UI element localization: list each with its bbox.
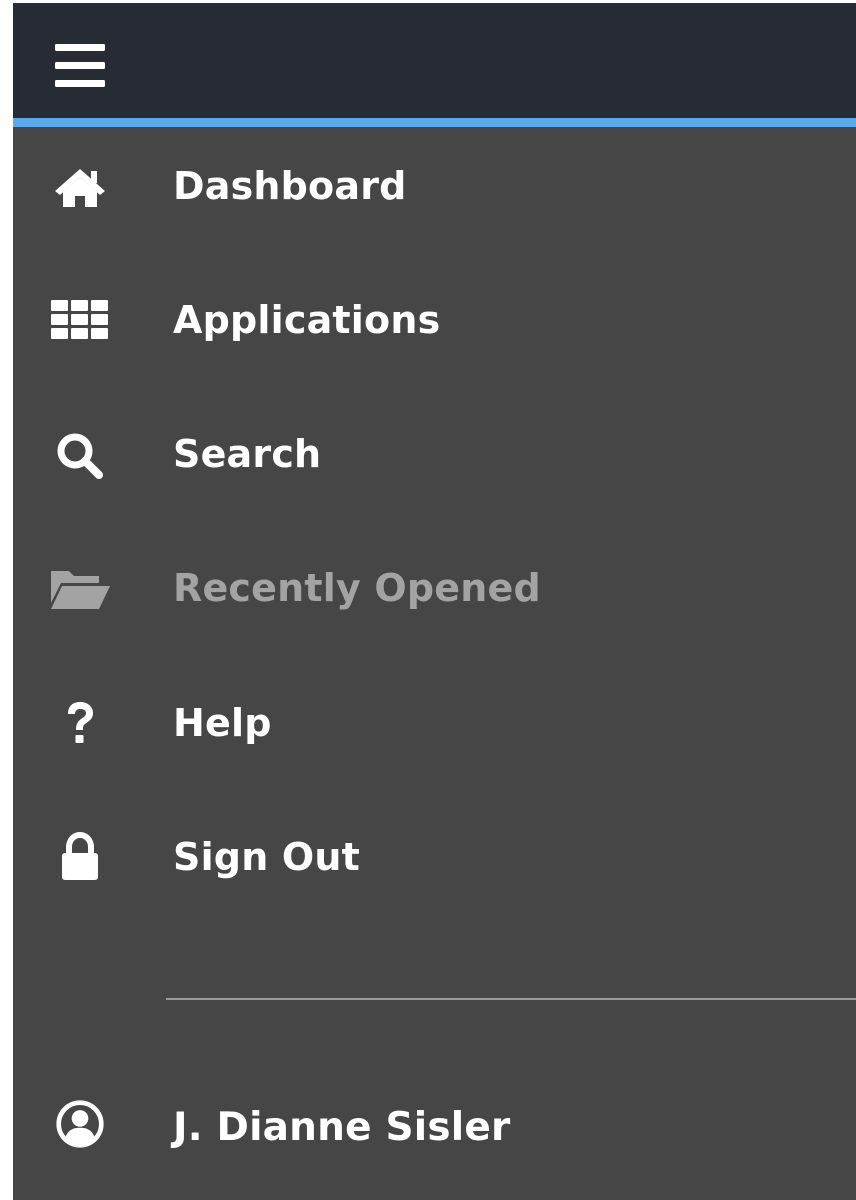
hamburger-icon (55, 44, 105, 87)
user-profile[interactable]: J. Dianne Sisler (13, 1073, 856, 1183)
menu-item-dashboard[interactable]: Dashboard (13, 131, 856, 241)
question-icon (49, 698, 111, 748)
menu-item-search[interactable]: Search (13, 399, 856, 509)
user-circle-icon (49, 1099, 111, 1149)
menu-item-label: Applications (173, 298, 441, 342)
menu-item-label: Search (173, 432, 322, 476)
user-name: J. Dianne Sisler (173, 1105, 511, 1150)
menu-item-sign-out[interactable]: Sign Out (13, 802, 856, 912)
navigation-panel: Dashboard Applications Search Recently O… (13, 3, 856, 1200)
menu-item-help[interactable]: Help (13, 668, 856, 778)
lock-icon (49, 832, 111, 882)
menu-toggle-button[interactable] (43, 21, 113, 91)
menu-item-label: Help (173, 701, 272, 745)
menu-item-label: Sign Out (173, 835, 360, 879)
home-icon (49, 161, 111, 211)
top-bar (13, 3, 856, 118)
accent-bar (13, 118, 856, 127)
folder-open-icon (49, 563, 111, 613)
menu-item-label: Dashboard (173, 164, 407, 208)
menu-item-label: Recently Opened (173, 566, 541, 610)
menu-item-applications[interactable]: Applications (13, 265, 856, 375)
menu-item-recently-opened[interactable]: Recently Opened (13, 533, 856, 643)
search-icon (49, 429, 111, 479)
menu-divider (166, 998, 856, 1000)
grid-icon (49, 295, 111, 345)
